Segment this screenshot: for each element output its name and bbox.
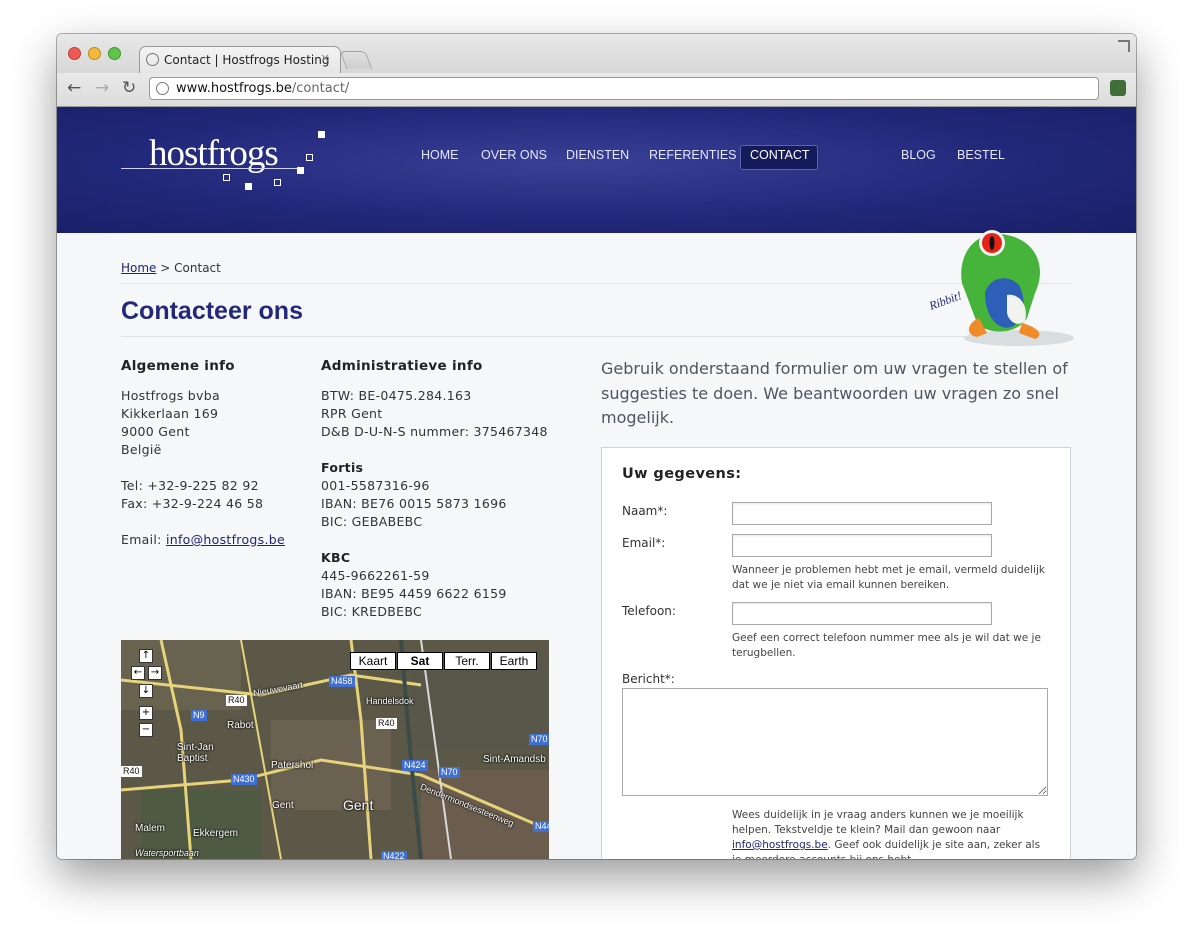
globe-icon <box>156 82 169 95</box>
map-pan-left[interactable]: ← <box>131 666 145 680</box>
map-label: Gent <box>272 800 294 811</box>
new-tab-button[interactable] <box>339 51 373 69</box>
contact-form: Uw gegevens: Naam*: Email*: Wanneer je p… <box>601 447 1071 859</box>
nav-contact[interactable]: CONTACT <box>750 148 810 162</box>
road-label: N458 <box>329 676 355 687</box>
road-label: N424 <box>402 760 428 771</box>
breadcrumb-current: Contact <box>174 261 221 275</box>
message-hint-email-link[interactable]: info@hostfrogs.be <box>732 839 828 851</box>
phone-field[interactable] <box>732 602 992 625</box>
map-label: Sint-Amandsb <box>483 754 546 765</box>
browser-toolbar: ← → ↻ www.hostfrogs.be/contact/ <box>57 73 1136 107</box>
message-hint: Wees duidelijk in je vraag anders kunnen… <box>732 809 1041 859</box>
message-field[interactable] <box>622 688 1048 796</box>
general-info-title: Algemene info <box>121 358 235 374</box>
nav-bestel[interactable]: BESTEL <box>957 148 1005 162</box>
name-label: Naam*: <box>622 504 668 518</box>
location-map[interactable]: ↑ ← → ↓ + − Kaart Sat Terr. Earth N458 R… <box>121 640 549 859</box>
tab-title: Contact | Hostfrogs Hosting <box>164 53 330 67</box>
map-pan-right[interactable]: → <box>148 666 162 680</box>
form-intro: Gebruik onderstaand formulier om uw vrag… <box>601 359 1068 427</box>
breadcrumb: Home > Contact <box>121 261 221 275</box>
minimize-window-button[interactable] <box>88 47 101 60</box>
tab-close-icon[interactable]: × <box>320 51 330 65</box>
nav-referenties[interactable]: REFERENTIES <box>649 148 737 162</box>
message-label: Bericht*: <box>622 672 675 686</box>
map-label: Handelsdok <box>366 696 414 706</box>
admin-info-title: Administratieve info <box>321 358 483 374</box>
map-label: Sint-Jan Baptist <box>177 742 214 764</box>
map-label: Malem <box>135 823 166 834</box>
frog-mascot-image: Ribbit! <box>926 230 1074 346</box>
map-zoom-out[interactable]: − <box>139 723 153 737</box>
kbc-title: KBC <box>321 550 351 565</box>
road-label: N70 <box>439 767 460 778</box>
main-content: Home > Contact Contacteer ons Ribbit! Al… <box>57 230 1136 859</box>
nav-home[interactable]: HOME <box>421 148 459 162</box>
map-pan-down[interactable]: ↓ <box>139 684 153 698</box>
url-text: www.hostfrogs.be/contact/ <box>176 81 350 96</box>
browser-window: Contact | Hostfrogs Hosting × ← → ↻ www.… <box>57 34 1136 859</box>
map-zoom-in[interactable]: + <box>139 706 153 720</box>
zoom-window-button[interactable] <box>108 47 121 60</box>
map-type-sat[interactable]: Sat <box>397 652 443 670</box>
breadcrumb-home-link[interactable]: Home <box>121 261 156 275</box>
road-label: R40 <box>121 766 142 777</box>
back-button[interactable]: ← <box>67 78 81 98</box>
reload-button[interactable]: ↻ <box>122 78 136 98</box>
admin-info: BTW: BE-0475.284.163 RPR Gent D&B D-U-N-… <box>321 388 548 619</box>
address-bar[interactable]: www.hostfrogs.be/contact/ <box>149 77 1099 100</box>
map-pan-up[interactable]: ↑ <box>139 649 153 663</box>
road-label: N70 <box>529 734 549 745</box>
email-link[interactable]: info@hostfrogs.be <box>166 532 285 547</box>
web-page: hostfrogs HOME OVER ONS DIENSTEN REFEREN… <box>57 107 1136 859</box>
phone-label: Telefoon: <box>622 604 676 618</box>
form-heading: Uw gegevens: <box>622 466 742 482</box>
phone-hint: Geef een correct telefoon nummer mee als… <box>732 632 1041 659</box>
email-field[interactable] <box>732 534 992 557</box>
road-label: N9 <box>191 710 207 721</box>
map-type-terr[interactable]: Terr. <box>444 652 490 670</box>
map-type-kaart[interactable]: Kaart <box>350 652 396 670</box>
map-label: Rabot <box>227 720 254 731</box>
frog-speech: Ribbit! <box>926 288 963 313</box>
globe-icon <box>146 53 159 66</box>
general-info: Hostfrogs bvba Kikkerlaan 169 9000 Gent … <box>121 388 285 547</box>
fortis-title: Fortis <box>321 460 364 475</box>
nav-over-ons[interactable]: OVER ONS <box>481 148 547 162</box>
map-label: Watersportbaan <box>135 848 199 858</box>
page-title: Contacteer ons <box>121 297 303 325</box>
road-label: N422 <box>381 851 407 859</box>
fullscreen-icon[interactable] <box>1118 40 1130 52</box>
browser-chrome: Contact | Hostfrogs Hosting × ← → ↻ www.… <box>57 34 1136 107</box>
map-label: Gent <box>343 797 374 813</box>
name-field[interactable] <box>732 502 992 525</box>
browser-tab[interactable]: Contact | Hostfrogs Hosting × <box>139 46 341 73</box>
road-label: N44 <box>533 821 549 832</box>
nav-blog[interactable]: BLOG <box>901 148 936 162</box>
map-label: Patershol <box>271 760 314 771</box>
email-hint: Wanneer je problemen hebt met je email, … <box>732 564 1045 591</box>
map-type-earth[interactable]: Earth <box>491 652 537 670</box>
site-header: hostfrogs HOME OVER ONS DIENSTEN REFEREN… <box>57 107 1136 233</box>
road-label: N430 <box>231 774 257 785</box>
close-window-button[interactable] <box>68 47 81 60</box>
forward-button[interactable]: → <box>95 78 109 98</box>
road-label: R40 <box>226 695 247 706</box>
extension-icon[interactable] <box>1110 80 1126 96</box>
map-label: Ekkergem <box>193 828 239 839</box>
road-label: R40 <box>376 718 397 729</box>
email-label: Email*: <box>622 536 666 550</box>
nav-diensten[interactable]: DIENSTEN <box>566 148 629 162</box>
